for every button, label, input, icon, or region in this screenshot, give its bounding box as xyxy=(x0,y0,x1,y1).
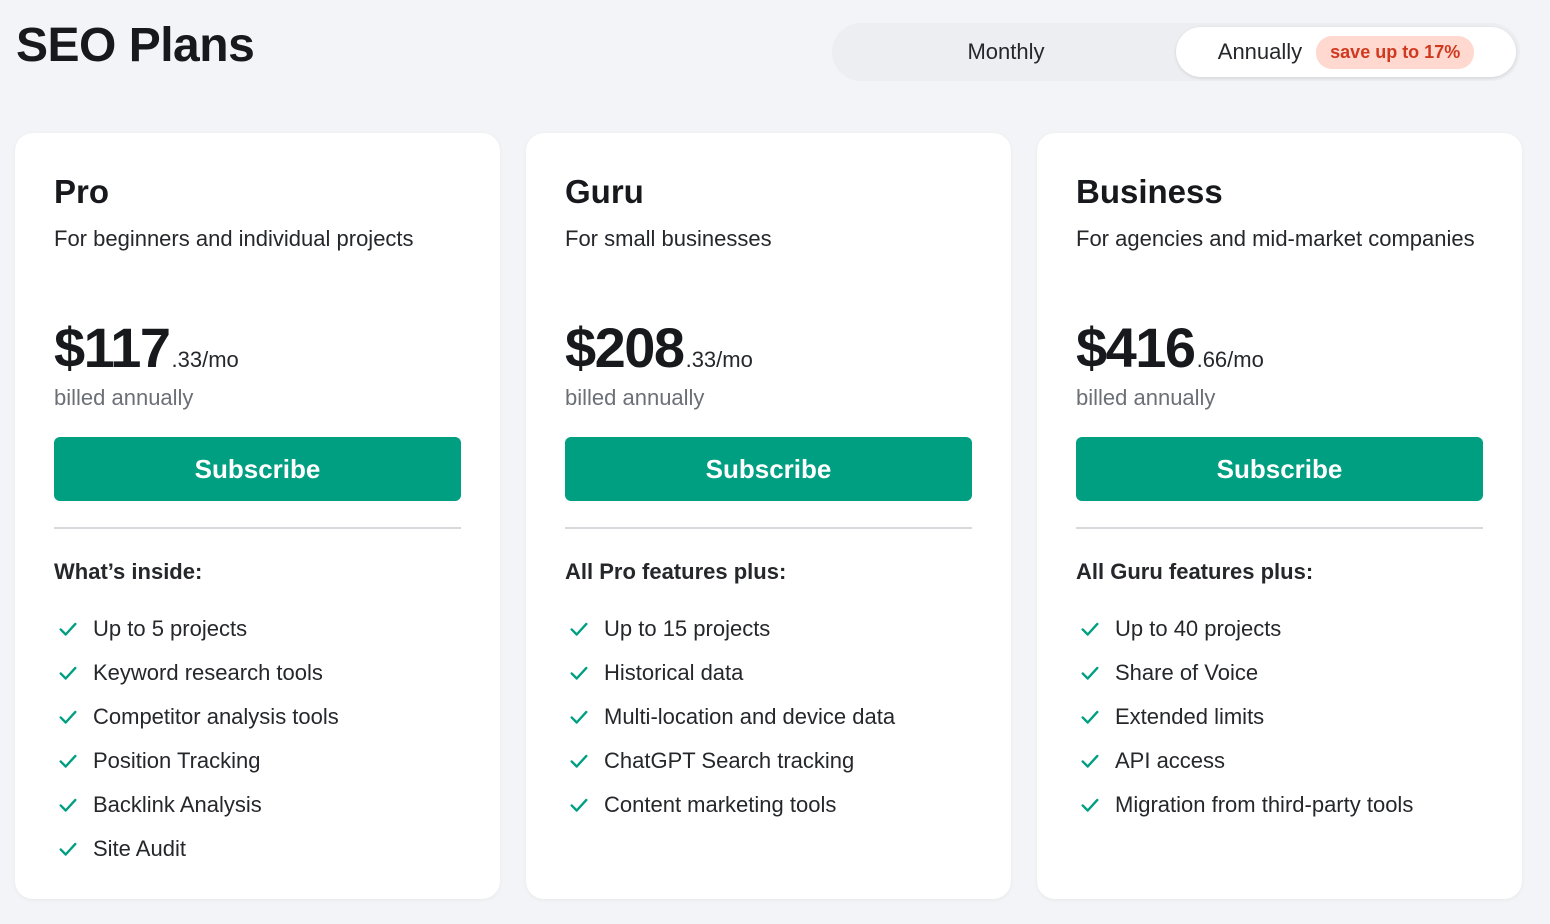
feature-list: Up to 15 projects Historical data Multi-lo… xyxy=(565,607,972,827)
feature-item: Up to 40 projects xyxy=(1076,607,1483,651)
feature-text: Up to 5 projects xyxy=(93,616,248,641)
check-icon xyxy=(1081,710,1099,724)
plan-card-guru: Guru For small businesses $208 .33/mo bi… xyxy=(526,133,1011,899)
feature-text: Up to 40 projects xyxy=(1115,616,1282,641)
check-icon xyxy=(59,622,77,636)
check-icon xyxy=(59,754,77,768)
feature-text: Competitor analysis tools xyxy=(93,704,339,729)
plan-description: For small businesses xyxy=(565,226,772,251)
feature-item: Up to 5 projects xyxy=(54,607,461,651)
page-title: SEO Plans xyxy=(16,19,255,72)
billing-option-annually-label: Annually xyxy=(1217,39,1303,64)
features-title: All Guru features plus: xyxy=(1076,559,1314,584)
feature-item: Historical data xyxy=(565,651,972,695)
check-icon xyxy=(570,622,588,636)
billing-option-annually[interactable]: Annually save up to 17% xyxy=(1176,27,1516,77)
feature-item: Migration from third-party tools xyxy=(1076,783,1483,827)
subscribe-button-guru[interactable]: Subscribe xyxy=(565,437,972,501)
check-icon xyxy=(59,710,77,724)
feature-item: API access xyxy=(1076,739,1483,783)
feature-item: Share of Voice xyxy=(1076,651,1483,695)
billing-option-monthly-label: Monthly xyxy=(967,39,1045,64)
plan-description: For beginners and individual projects xyxy=(54,226,414,251)
plan-price: $416 .66/mo xyxy=(1076,315,1483,379)
feature-item: Backlink Analysis xyxy=(54,783,461,827)
check-icon xyxy=(59,842,77,856)
save-badge: save up to 17% xyxy=(1316,35,1475,69)
subscribe-button-business[interactable]: Subscribe xyxy=(1076,437,1483,501)
plan-card-business: Business For agencies and mid-market com… xyxy=(1037,133,1522,899)
plan-card-pro: Pro For beginners and individual project… xyxy=(15,133,500,899)
check-icon xyxy=(59,666,77,680)
billing-note: billed annually xyxy=(54,385,194,410)
feature-item: ChatGPT Search tracking xyxy=(565,739,972,783)
feature-text: ChatGPT Search tracking xyxy=(604,748,855,773)
check-icon xyxy=(570,754,588,768)
feature-text: Keyword research tools xyxy=(93,660,323,685)
plan-price: $117 .33/mo xyxy=(54,315,461,379)
check-icon xyxy=(1081,666,1099,680)
plan-name: Guru xyxy=(565,173,644,210)
feature-text: API access xyxy=(1115,748,1226,773)
check-icon xyxy=(1081,798,1099,812)
feature-item: Multi-location and device data xyxy=(565,695,972,739)
plan-name: Business xyxy=(1076,173,1223,210)
feature-text: Backlink Analysis xyxy=(93,792,262,817)
price-main: $416 xyxy=(1076,316,1196,379)
billing-option-monthly[interactable]: Monthly xyxy=(836,27,1176,77)
price-cents: .33/mo xyxy=(171,347,239,372)
feature-text: Position Tracking xyxy=(93,748,261,773)
features-title: What’s inside: xyxy=(54,559,203,584)
price-cents: .33/mo xyxy=(685,347,753,372)
feature-list: Up to 40 projects Share of Voice Extended … xyxy=(1076,607,1483,827)
feature-text: Historical data xyxy=(604,660,744,685)
plan-price: $208 .33/mo xyxy=(565,315,972,379)
check-icon xyxy=(570,666,588,680)
feature-text: Share of Voice xyxy=(1115,660,1259,685)
price-cents: .66/mo xyxy=(1196,347,1264,372)
pricing-page: SEO Plans Monthly Annually save up to 17… xyxy=(0,0,1550,924)
price-main: $208 xyxy=(565,316,685,379)
feature-text: Up to 15 projects xyxy=(604,616,771,641)
check-icon xyxy=(1081,622,1099,636)
check-icon xyxy=(570,710,588,724)
feature-item: Position Tracking xyxy=(54,739,461,783)
billing-note: billed annually xyxy=(565,385,705,410)
feature-list: Up to 5 projects Keyword research tools Co… xyxy=(54,607,461,871)
feature-item: Site Audit xyxy=(54,827,461,871)
plan-name: Pro xyxy=(54,173,110,210)
feature-item: Competitor analysis tools xyxy=(54,695,461,739)
divider xyxy=(1076,527,1483,529)
check-icon xyxy=(570,798,588,812)
check-icon xyxy=(59,798,77,812)
price-main: $117 xyxy=(54,316,171,379)
feature-text: Content marketing tools xyxy=(604,792,837,817)
features-title: All Pro features plus: xyxy=(565,559,787,584)
feature-text: Migration from third-party tools xyxy=(1115,792,1414,817)
feature-item: Keyword research tools xyxy=(54,651,461,695)
subscribe-button-pro[interactable]: Subscribe xyxy=(54,437,461,501)
feature-text: Extended limits xyxy=(1115,704,1265,729)
feature-item: Up to 15 projects xyxy=(565,607,972,651)
divider xyxy=(54,527,461,529)
billing-note: billed annually xyxy=(1076,385,1216,410)
feature-text: Site Audit xyxy=(93,836,186,861)
feature-item: Extended limits xyxy=(1076,695,1483,739)
check-icon xyxy=(1081,754,1099,768)
billing-toggle[interactable]: Monthly Annually save up to 17% xyxy=(832,23,1520,81)
feature-text: Multi-location and device data xyxy=(604,704,896,729)
plan-description: For agencies and mid-market companies xyxy=(1076,226,1475,251)
divider xyxy=(565,527,972,529)
feature-item: Content marketing tools xyxy=(565,783,972,827)
